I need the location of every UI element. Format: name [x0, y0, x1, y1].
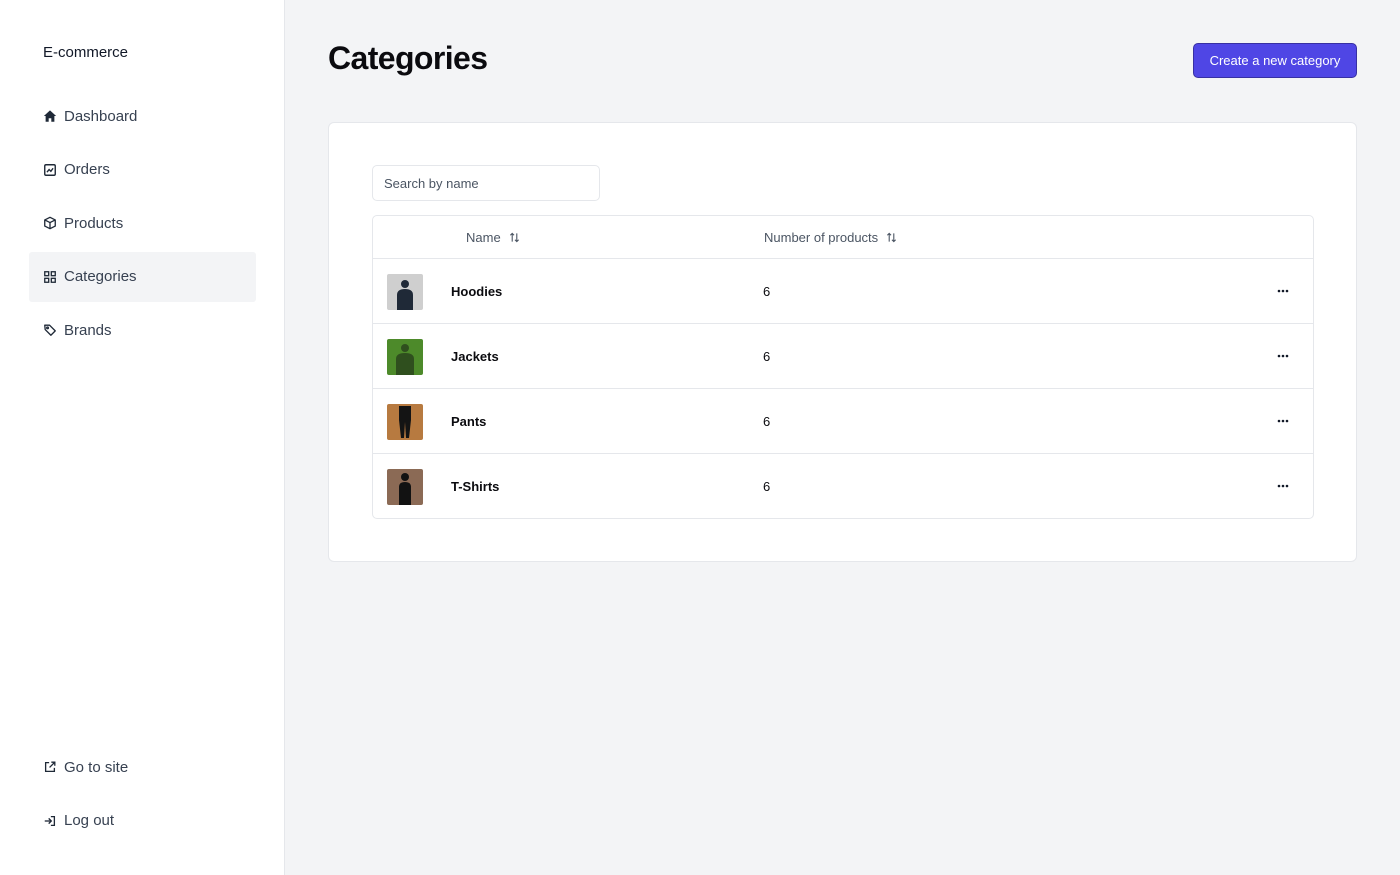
sidebar-item-label: Products — [64, 214, 124, 232]
category-thumbnail — [387, 404, 423, 440]
column-header-number-of-products[interactable]: Number of products — [764, 216, 897, 258]
sidebar-item-label: Go to site — [64, 758, 129, 776]
table-row[interactable]: Hoodies 6 — [373, 259, 1313, 324]
more-horizontal-icon — [1277, 419, 1289, 423]
row-actions-button[interactable] — [1271, 476, 1295, 496]
package-box-icon — [43, 216, 57, 230]
sort-icon — [886, 232, 897, 243]
category-name: Jackets — [451, 348, 499, 364]
sidebar-bottom-nav: Go to site Log out — [29, 742, 256, 849]
product-count: 6 — [763, 348, 771, 364]
sidebar-item-categories[interactable]: Categories — [29, 251, 256, 302]
go-to-site-link[interactable]: Go to site — [29, 742, 256, 792]
sidebar-nav: Dashboard Orders Products Categories Bra… — [29, 91, 256, 359]
category-name: Pants — [451, 413, 487, 429]
product-count: 6 — [763, 283, 771, 299]
sidebar-item-dashboard[interactable]: Dashboard — [29, 91, 256, 141]
table-row[interactable]: Pants 6 — [373, 389, 1313, 454]
sidebar-item-orders[interactable]: Orders — [29, 145, 256, 195]
product-count: 6 — [763, 413, 771, 429]
category-name: Hoodies — [451, 283, 503, 299]
log-out-icon — [43, 814, 57, 828]
table-row[interactable]: Jackets 6 — [373, 324, 1313, 389]
row-actions-button[interactable] — [1271, 411, 1295, 431]
sidebar-item-label: Brands — [64, 321, 112, 339]
create-category-button[interactable]: Create a new category — [1193, 43, 1357, 78]
table-row[interactable]: T-Shirts 6 — [373, 454, 1313, 518]
row-actions-button[interactable] — [1271, 281, 1295, 301]
home-icon — [43, 109, 57, 123]
categories-card: Name Number of products Hoodies 6 — [328, 122, 1357, 562]
log-out-button[interactable]: Log out — [29, 796, 256, 846]
category-thumbnail — [387, 469, 423, 505]
categories-table: Name Number of products Hoodies 6 Jacket… — [372, 215, 1314, 519]
sidebar-item-label: Categories — [64, 268, 137, 285]
column-header-name[interactable]: Name — [466, 216, 520, 258]
sidebar-item-products[interactable]: Products — [29, 198, 256, 248]
sidebar-item-brands[interactable]: Brands — [29, 305, 256, 355]
table-header: Name Number of products — [373, 216, 1313, 259]
brand-name: E-commerce — [43, 44, 129, 61]
category-name: T-Shirts — [451, 478, 500, 494]
sort-icon — [509, 232, 520, 243]
row-actions-button[interactable] — [1271, 346, 1295, 366]
chart-square-icon — [43, 163, 57, 177]
page-title: Categories — [328, 40, 488, 76]
product-count: 6 — [763, 478, 771, 494]
more-horizontal-icon — [1277, 484, 1289, 488]
sidebar: E-commerce Dashboard Orders Products Cat… — [0, 0, 285, 875]
category-thumbnail — [387, 339, 423, 375]
external-link-icon — [43, 760, 57, 774]
sidebar-item-label: Log out — [64, 812, 115, 829]
sidebar-item-label: Dashboard — [64, 107, 138, 125]
tag-icon — [43, 323, 57, 337]
more-horizontal-icon — [1277, 354, 1289, 358]
more-horizontal-icon — [1277, 289, 1289, 293]
sidebar-item-label: Orders — [64, 161, 110, 178]
category-thumbnail — [387, 274, 423, 310]
search-input[interactable] — [372, 165, 600, 201]
grid-icon — [43, 270, 57, 284]
